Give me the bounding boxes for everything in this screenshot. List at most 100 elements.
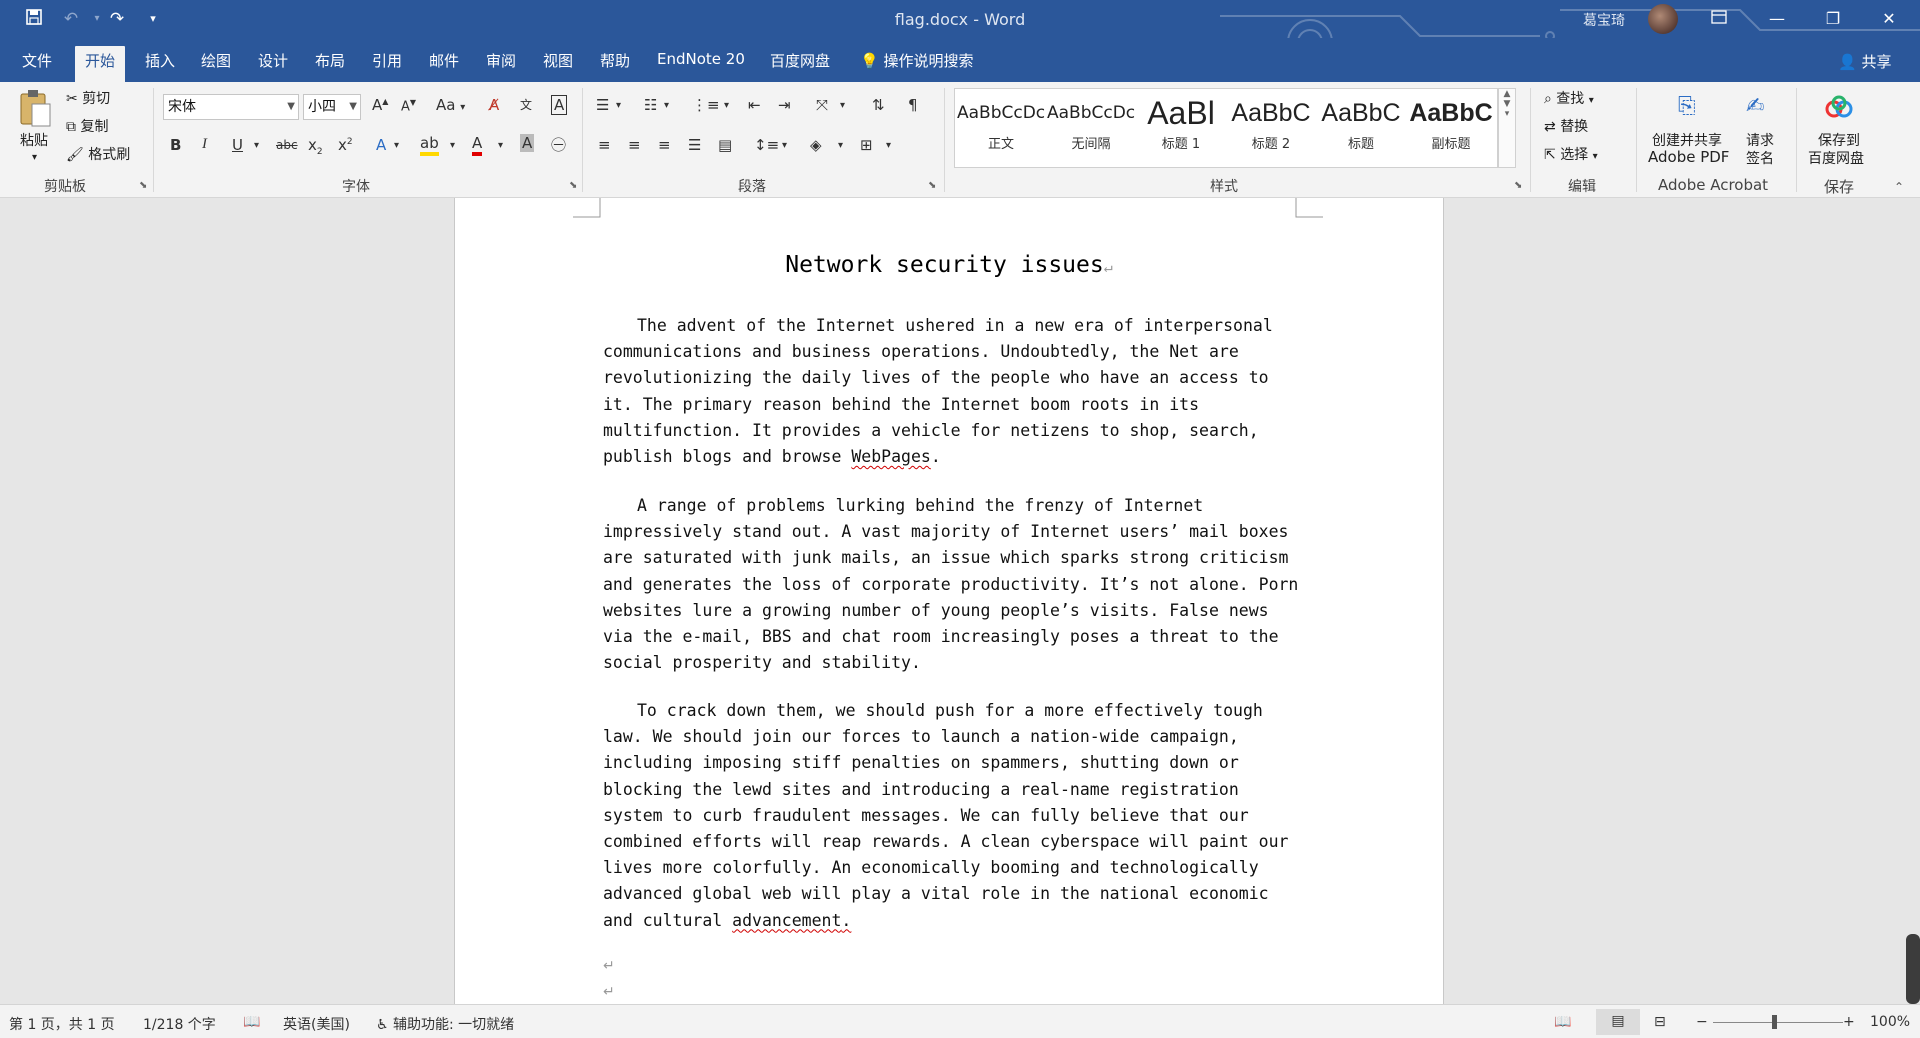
tab-design[interactable]: 设计	[258, 50, 288, 71]
spelling-error-word[interactable]: WebPages	[851, 447, 930, 466]
align-center-icon[interactable]: ≡	[628, 136, 641, 154]
style-no-spacing[interactable]: AaBbCcDc 无间隔	[1047, 93, 1135, 165]
tab-review[interactable]: 审阅	[486, 50, 516, 71]
underline-dropdown-icon[interactable]: ▾	[254, 140, 259, 151]
align-left-icon[interactable]: ≡	[598, 136, 611, 154]
zoom-slider[interactable]	[1713, 1022, 1843, 1023]
collapse-ribbon-icon[interactable]: ⌃	[1894, 180, 1904, 194]
font-name-combo[interactable]: 宋体 ▼	[163, 94, 299, 120]
styles-scroll-buttons[interactable]: ▲ ▼ ▾	[1498, 88, 1516, 168]
body-paragraph[interactable]: The advent of the Internet ushered in a …	[603, 313, 1303, 470]
change-case-button[interactable]: Aa ▾	[436, 96, 465, 114]
shrink-font-icon[interactable]: A▼	[401, 98, 416, 114]
body-paragraph[interactable]: A range of problems lurking behind the f…	[603, 493, 1303, 676]
font-launcher-icon[interactable]: ⬊	[569, 180, 577, 191]
web-layout-icon[interactable]: ⊟	[1654, 1014, 1666, 1030]
restore-icon[interactable]: ❐	[1810, 6, 1856, 32]
borders-icon[interactable]: ⊞	[860, 136, 873, 154]
zoom-out-button[interactable]: −	[1696, 1014, 1708, 1030]
decrease-indent-icon[interactable]: ⇤	[748, 96, 761, 114]
tab-draw[interactable]: 绘图	[201, 50, 231, 71]
zoom-slider-thumb[interactable]	[1772, 1015, 1777, 1029]
scroll-indicator[interactable]	[1906, 934, 1920, 1004]
tab-layout[interactable]: 布局	[315, 50, 345, 71]
numbering-icon[interactable]: ☷	[644, 96, 657, 114]
tab-file[interactable]: 文件	[22, 50, 52, 71]
body-paragraph[interactable]: To crack down them, we should push for a…	[603, 698, 1303, 934]
paragraph-launcher-icon[interactable]: ⬊	[928, 180, 936, 191]
replace-button[interactable]: ⇄ 替换	[1544, 116, 1588, 136]
document-page[interactable]: Network security issues↵ The advent of t…	[454, 198, 1444, 1004]
document-heading[interactable]: Network security issues↵	[455, 252, 1443, 278]
tell-me-search[interactable]: 💡 操作说明搜索	[860, 50, 973, 71]
chevron-down-icon[interactable]: ▾	[840, 100, 845, 111]
tab-help[interactable]: 帮助	[600, 50, 630, 71]
word-count[interactable]: 1/218 个字	[143, 1014, 216, 1034]
style-normal[interactable]: AaBbCcDc 正文	[957, 93, 1045, 165]
strikethrough-icon[interactable]: abc	[276, 138, 298, 152]
style-heading-2[interactable]: AaBbC 标题 2	[1227, 93, 1315, 165]
bullets-icon[interactable]: ☰	[596, 96, 609, 114]
chevron-down-icon[interactable]: ▾	[498, 140, 503, 151]
share-button[interactable]: 👤 共享	[1838, 51, 1891, 72]
paste-dropdown-icon[interactable]: ▾	[32, 152, 37, 163]
tab-baidu-netdisk[interactable]: 百度网盘	[770, 50, 830, 71]
increase-indent-icon[interactable]: ⇥	[778, 96, 791, 114]
distributed-icon[interactable]: ▤	[718, 136, 732, 154]
multilevel-list-icon[interactable]: ⋮≡	[692, 96, 720, 114]
bold-icon[interactable]: B	[170, 136, 181, 154]
underline-icon[interactable]: U	[232, 136, 243, 154]
line-spacing-icon[interactable]: ↕≡	[754, 136, 779, 154]
format-painter-button[interactable]: 🖌 格式刷	[66, 144, 130, 164]
page-count[interactable]: 第 1 页，共 1 页	[9, 1014, 115, 1034]
ribbon-display-options-icon[interactable]	[1696, 6, 1742, 32]
copy-button[interactable]: ⧉ 复制	[66, 116, 108, 136]
tab-mailings[interactable]: 邮件	[429, 50, 459, 71]
document-workspace[interactable]: Network security issues↵ The advent of t…	[0, 198, 1920, 1004]
grow-font-icon[interactable]: A▲	[372, 96, 388, 114]
clear-formatting-icon[interactable]: A̸	[489, 96, 499, 114]
paste-button[interactable]	[18, 88, 52, 132]
highlight-icon[interactable]: ab	[420, 134, 439, 156]
justify-icon[interactable]: ☰	[688, 136, 701, 154]
superscript-icon[interactable]: x2	[338, 136, 353, 154]
proofing-icon[interactable]: 📖	[243, 1014, 260, 1030]
show-marks-icon[interactable]: ¶	[908, 96, 918, 114]
enclose-characters-icon[interactable]: ㊀	[551, 134, 566, 155]
empty-paragraph-mark[interactable]: ↵	[603, 958, 615, 974]
text-effects-icon[interactable]: A	[376, 136, 386, 154]
tab-home[interactable]: 开始	[75, 46, 126, 82]
find-button[interactable]: ⌕ 查找 ▾	[1544, 88, 1594, 108]
asian-layout-icon[interactable]: ⤧	[816, 96, 828, 114]
shading-icon[interactable]: ◈	[810, 136, 822, 154]
style-subtitle[interactable]: AaBbC 副标题	[1407, 93, 1495, 165]
read-mode-icon[interactable]: 📖	[1554, 1014, 1571, 1030]
chevron-down-icon[interactable]: ▾	[394, 140, 399, 151]
select-button[interactable]: ⇱ 选择 ▾	[1544, 144, 1598, 164]
phonetic-guide-icon[interactable]: 文	[520, 96, 532, 113]
chevron-down-icon[interactable]: ▾	[782, 140, 787, 151]
accessibility-status[interactable]: ♿ 辅助功能: 一切就绪	[376, 1014, 514, 1034]
avatar[interactable]	[1648, 4, 1678, 34]
spelling-error-word[interactable]: advancement	[732, 911, 841, 930]
print-layout-icon[interactable]: ▤	[1596, 1009, 1640, 1035]
tab-insert[interactable]: 插入	[145, 50, 175, 71]
close-icon[interactable]: ✕	[1866, 6, 1912, 32]
align-right-icon[interactable]: ≡	[658, 136, 671, 154]
chevron-down-icon[interactable]: ▾	[450, 140, 455, 151]
zoom-level[interactable]: 100%	[1870, 1014, 1910, 1030]
minimize-icon[interactable]: —	[1754, 6, 1800, 32]
italic-icon[interactable]: I	[202, 136, 207, 153]
tab-view[interactable]: 视图	[543, 50, 573, 71]
chevron-down-icon[interactable]: ▾	[838, 140, 843, 151]
style-heading-1[interactable]: AaBl 标题 1	[1137, 93, 1225, 165]
chevron-down-icon[interactable]: ▾	[664, 100, 669, 111]
paste-label[interactable]: 粘贴	[20, 130, 48, 150]
clipboard-launcher-icon[interactable]: ⬊	[139, 180, 147, 191]
styles-launcher-icon[interactable]: ⬊	[1514, 180, 1522, 191]
style-title[interactable]: AaBbC 标题	[1317, 93, 1405, 165]
tab-endnote[interactable]: EndNote 20	[657, 50, 745, 68]
zoom-in-button[interactable]: +	[1843, 1014, 1855, 1030]
user-name[interactable]: 葛宝琦	[1583, 10, 1625, 30]
chevron-down-icon[interactable]: ▾	[886, 140, 891, 151]
